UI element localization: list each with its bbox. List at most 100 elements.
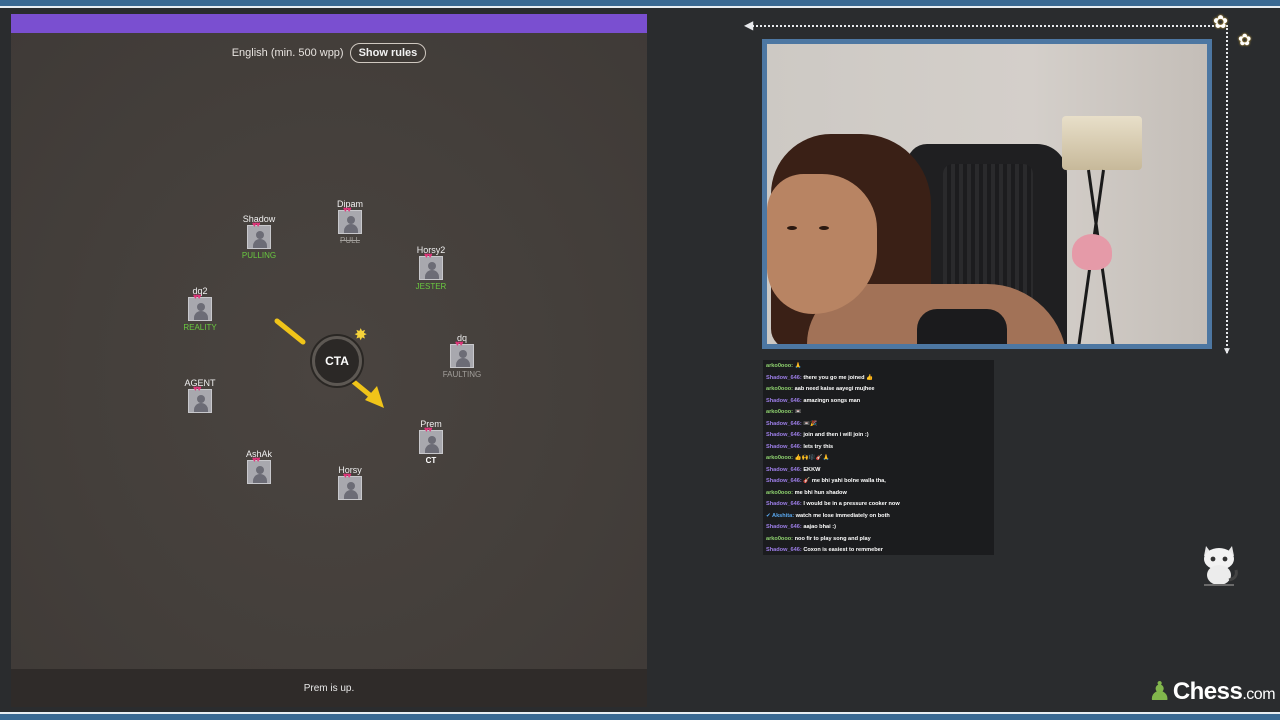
chat-text: I would be in a pressure cooker now	[803, 501, 900, 507]
chat-message: Shadow_646: there you go me joined 👍	[766, 373, 991, 385]
lives-hearts-icon: ♥♥	[252, 455, 260, 464]
lives-hearts-icon: ♥♥	[343, 471, 351, 480]
game-panel: English (min. 500 wpp) Show rules CTA ✸ …	[11, 14, 647, 707]
chat-text: noo fir to play song and play	[794, 535, 871, 542]
logo-suffix: .com	[1242, 685, 1276, 703]
chat-text: there you go me joined 👍	[803, 374, 874, 381]
player-last-word: FAULTING	[442, 370, 482, 379]
lives-hearts-icon: ♥♥	[424, 251, 432, 260]
chat-panel[interactable]: arko0ooo: 🙏 Shadow_646: there you go me j…	[763, 360, 994, 555]
chat-text: EKKW	[803, 466, 821, 473]
chat-username: arko0ooo:	[766, 535, 794, 542]
frame-bottom-line	[0, 712, 1280, 714]
streamer-top	[917, 309, 1007, 344]
chat-message: Shadow_646: I would be in a pressure coo…	[766, 499, 991, 511]
player-slot: Shadow ♥♥ PULLING	[219, 213, 299, 261]
chat-username: Shadow_646:	[766, 443, 802, 450]
chat-username: Shadow_646:	[766, 524, 802, 530]
player-avatar: ♥♥	[450, 340, 474, 368]
player-slot: Prem ♥♥ CT	[391, 418, 471, 466]
chat-username: Shadow_646:	[766, 466, 802, 473]
chat-username: Shadow_646:	[766, 547, 802, 553]
player-avatar: ♥♥	[188, 385, 212, 413]
fuse-spark-icon: ✸	[354, 327, 368, 344]
chat-username: arko0ooo:	[766, 455, 794, 461]
chat-username: Shadow_646:	[766, 478, 802, 484]
dotted-line-right	[1226, 25, 1228, 353]
chat-text: watch me lose immediately on both	[795, 512, 890, 519]
player-slot: AGENT ♥♥	[160, 377, 240, 425]
lives-hearts-icon: ♥♥	[193, 292, 201, 301]
player-last-word	[219, 485, 299, 496]
flower-icon: ✿	[1238, 32, 1252, 49]
player-last-word: JESTER	[415, 282, 447, 291]
player-avatar: ♥♥	[247, 456, 271, 484]
streamer-eye	[819, 226, 829, 230]
chat-username: Shadow_646:	[766, 397, 802, 404]
chat-text: aab need kaise aayegi mujhee	[794, 386, 875, 392]
player-avatar: ♥♥	[247, 221, 271, 249]
player-avatar: ♥♥	[419, 426, 443, 454]
frame-top-line	[0, 6, 1280, 8]
chat-message: arko0ooo: 🙏	[766, 361, 991, 373]
chat-text: aajao bhai :)	[803, 524, 836, 530]
chat-text: amazingn songs man	[803, 397, 861, 404]
chat-message: Shadow_646: 🎸 me bhi yahi bolne walla th…	[766, 476, 991, 488]
chat-message: Shadow_646: lets try this	[766, 442, 991, 454]
chat-username: Shadow_646:	[766, 420, 802, 427]
player-last-word: PULLING	[241, 251, 277, 260]
chat-text: 🙏	[794, 363, 802, 369]
chat-username: Shadow_646:	[766, 374, 802, 381]
chat-text: lets try this	[803, 443, 834, 450]
pawn-icon: ♟	[1148, 676, 1171, 706]
lives-hearts-icon: ♥♥	[455, 339, 463, 348]
player-slot: Horsy2 ♥♥ JESTER	[391, 244, 471, 292]
webcam-feed	[762, 39, 1212, 349]
player-slot: Horsy ♥♥	[310, 464, 390, 512]
game-status-bar: Prem is up.	[11, 669, 647, 707]
lives-hearts-icon: ♥♥	[343, 205, 351, 214]
chat-username: ✔ Akshita:	[766, 512, 795, 519]
streamer-eye	[787, 226, 797, 230]
chat-message: Shadow_646: join and then i will join :)	[766, 430, 991, 442]
chat-text: Coxon is easiest to remmeber	[803, 547, 883, 553]
chat-message: Shadow_646: amazingn songs man	[766, 396, 991, 408]
chat-message: Shadow_646: Coxon is easiest to remmeber	[766, 545, 991, 555]
chat-text: 📼	[794, 409, 802, 415]
chat-text: 👍🙌🎼🎸🙏	[794, 455, 830, 461]
player-last-word	[160, 414, 240, 425]
player-slot: AshAk ♥♥	[219, 448, 299, 496]
chat-message: Shadow_646: 📼🎉	[766, 419, 991, 431]
chess-com-logo: ♟ Chess .com	[1148, 676, 1276, 707]
lives-hearts-icon: ♥♥	[424, 425, 432, 434]
player-last-word	[310, 501, 390, 512]
flower-icon: ✿	[1213, 12, 1229, 32]
chat-text: join and then i will join :)	[803, 432, 869, 438]
syllable-text: CTA	[325, 354, 349, 368]
chat-username: arko0ooo:	[766, 386, 794, 392]
pink-plush-toy	[1072, 234, 1112, 270]
player-last-word: REALITY	[183, 323, 217, 332]
chat-message: arko0ooo: me bhi hun shadow	[766, 488, 991, 500]
lamp-shade	[1062, 116, 1142, 170]
chat-message: Shadow_646: EKKW	[766, 465, 991, 477]
player-avatar: ♥♥	[419, 252, 443, 280]
chat-username: Shadow_646:	[766, 432, 802, 438]
player-slot: dq ♥♥ FAULTING	[422, 332, 502, 380]
chat-text: 🎸 me bhi yahi bolne walla tha,	[803, 478, 886, 484]
player-slot: dq2 ♥♥ REALITY	[160, 285, 240, 333]
chat-message: arko0ooo: aab need kaise aayegi mujhee	[766, 384, 991, 396]
player-avatar: ♥♥	[188, 293, 212, 321]
chat-message-list: arko0ooo: 🙏 Shadow_646: there you go me j…	[766, 361, 991, 555]
chat-text: 📼🎉	[803, 420, 818, 427]
chat-username: arko0ooo:	[766, 363, 794, 369]
chat-username: arko0ooo:	[766, 489, 794, 496]
dotted-line-top	[752, 25, 1222, 27]
chat-message: ✔ Akshita: watch me lose immediately on …	[766, 511, 991, 523]
logo-text: Chess	[1172, 677, 1243, 705]
player-avatar: ♥♥	[338, 206, 362, 234]
chat-text: me bhi hun shadow	[794, 489, 847, 496]
lives-hearts-icon: ♥♥	[193, 384, 201, 393]
frame-bottom-border	[0, 714, 1280, 720]
lives-hearts-icon: ♥♥	[252, 220, 260, 229]
